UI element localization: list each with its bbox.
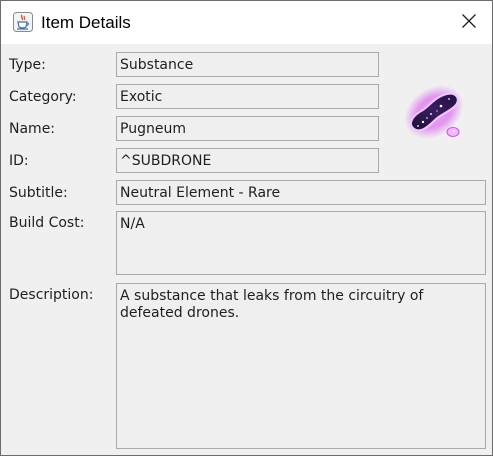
java-cup-icon bbox=[13, 12, 33, 32]
type-field[interactable]: Substance bbox=[116, 52, 379, 77]
name-label: Name: bbox=[9, 121, 56, 137]
category-field[interactable]: Exotic bbox=[116, 84, 379, 109]
build-cost-field[interactable]: N/A bbox=[116, 211, 486, 275]
id-label: ID: bbox=[9, 153, 29, 169]
category-label: Category: bbox=[9, 89, 77, 105]
pugneum-substance-icon bbox=[401, 84, 467, 144]
description-field[interactable]: A substance that leaks from the circuitr… bbox=[116, 283, 486, 449]
close-button[interactable] bbox=[446, 1, 492, 44]
close-icon bbox=[461, 13, 477, 33]
subtitle-field[interactable]: Neutral Element - Rare bbox=[116, 180, 486, 205]
item-details-window: Item Details Type: Substance Category: E… bbox=[0, 0, 493, 456]
description-label: Description: bbox=[9, 287, 94, 303]
title-bar: Item Details bbox=[1, 1, 492, 44]
subtitle-label: Subtitle: bbox=[9, 185, 68, 201]
build-cost-label: Build Cost: bbox=[9, 215, 85, 231]
type-label: Type: bbox=[9, 57, 46, 73]
window-title: Item Details bbox=[41, 13, 131, 32]
id-field[interactable]: ^SUBDRONE bbox=[116, 148, 379, 173]
name-field[interactable]: Pugneum bbox=[116, 116, 379, 141]
